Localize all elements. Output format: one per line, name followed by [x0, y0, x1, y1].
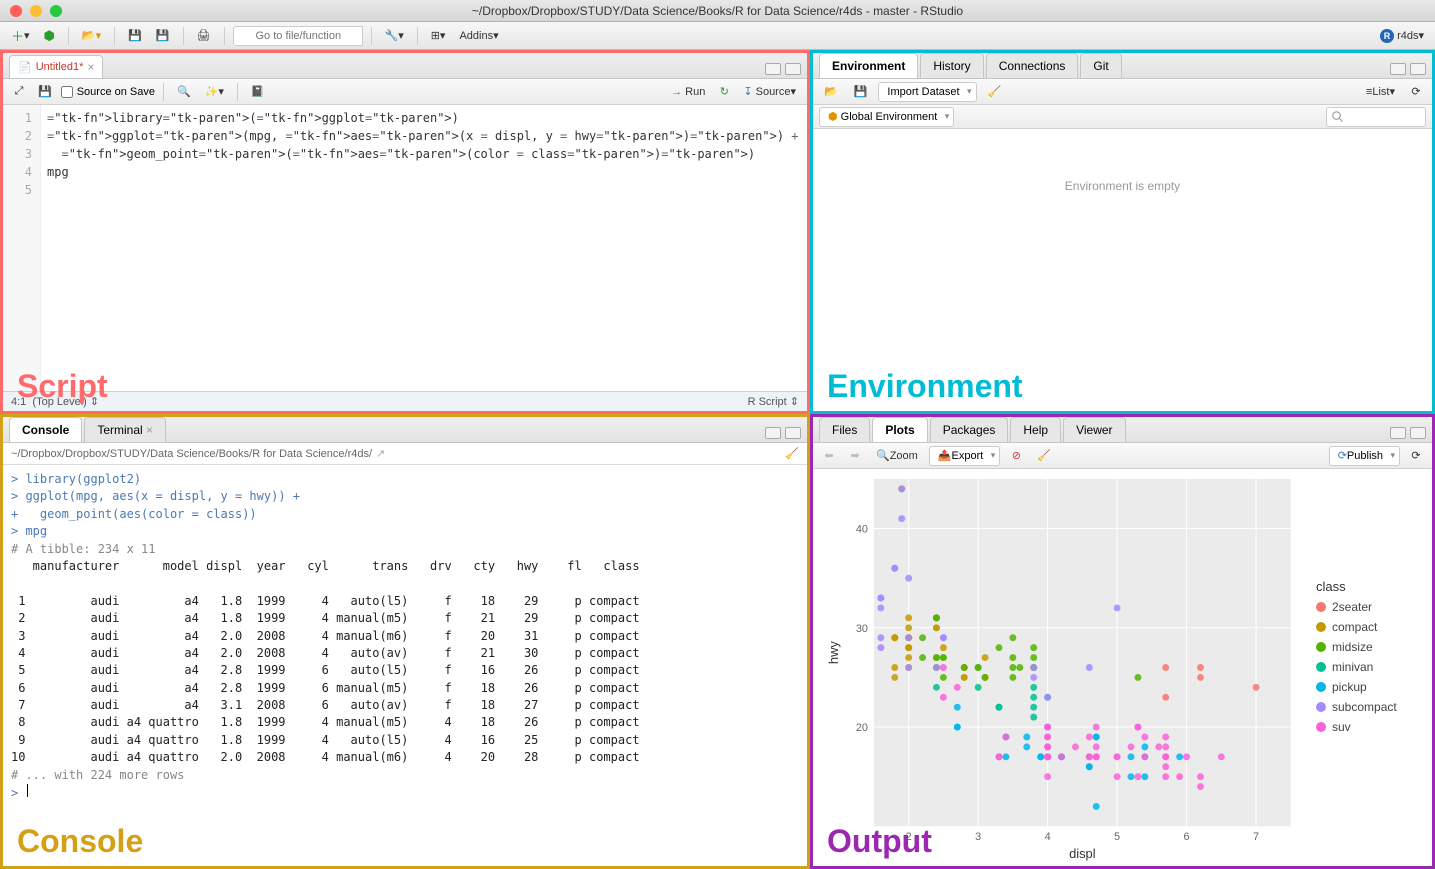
minimize-plots-icon[interactable] [1390, 427, 1406, 439]
legend-item: 2seater [1316, 600, 1428, 614]
knit-button[interactable]: 📓 [246, 82, 270, 102]
tab-files[interactable]: Files [819, 417, 870, 442]
legend-item: compact [1316, 620, 1428, 634]
tab-packages[interactable]: Packages [930, 417, 1009, 442]
legend-title: class [1316, 579, 1428, 594]
source-tab[interactable]: 📄 Untitled1* × [9, 55, 103, 78]
legend-item: suv [1316, 720, 1428, 734]
main-toolbar: ＋▾ ⬢ 📂▾ 💾 💾 🖨 ↗ 🔧▾ ⊞▾ Addins ▾ R r4ds ▾ [0, 22, 1435, 50]
refresh-plot-button[interactable]: ⟳ [1406, 446, 1426, 466]
pane-label-env: Environment [827, 368, 1023, 405]
env-empty-message: Environment is empty [813, 129, 1432, 243]
legend-item: pickup [1316, 680, 1428, 694]
source-on-save-checkbox[interactable]: Source on Save [61, 86, 155, 98]
popout-button[interactable]: ⤢ [9, 82, 29, 102]
rerun-button[interactable]: ↻ [714, 82, 734, 102]
wand-button[interactable]: ✨▾ [200, 82, 229, 102]
plots-pane: Files Plots Packages Help Viewer ⬅ ➡ 🔍 Z… [810, 414, 1435, 869]
console-pane: Console Terminal × ~/Dropbox/Dropbox/STU… [0, 414, 810, 869]
file-type-indicator[interactable]: R Script ⇕ [748, 395, 799, 408]
source-tab-name: Untitled1* [36, 61, 84, 73]
tab-git[interactable]: Git [1080, 53, 1121, 78]
env-search-input[interactable] [1326, 107, 1426, 127]
code-editor[interactable]: 12345 ="tk-fn">library="tk-paren">(="tk-… [3, 105, 807, 391]
environment-pane: Environment History Connections Git 📂 💾 … [810, 50, 1435, 414]
svg-text:40: 40 [856, 524, 868, 536]
source-button[interactable]: ↧ Source ▾ [738, 82, 801, 102]
tab-environment[interactable]: Environment [819, 53, 918, 78]
tab-connections[interactable]: Connections [986, 53, 1079, 78]
plot-next-button[interactable]: ➡ [845, 446, 865, 466]
svg-text:hwy: hwy [826, 641, 841, 664]
svg-text:3: 3 [975, 831, 981, 843]
clear-plots-button[interactable]: 🧹 [1032, 446, 1056, 466]
load-workspace-button[interactable]: 📂 [819, 82, 843, 102]
svg-text:5: 5 [1114, 831, 1120, 843]
maximize-pane-icon[interactable] [785, 63, 801, 75]
save-workspace-button[interactable]: 💾 [849, 82, 873, 102]
minimize-env-icon[interactable] [1390, 63, 1406, 75]
cursor-position: 4:1 [11, 396, 26, 408]
export-dropdown[interactable]: 📤 Export [929, 446, 1001, 466]
scope-indicator[interactable]: (Top Level) ⇕ [32, 395, 99, 408]
new-project-button[interactable]: ⬢ [39, 26, 60, 46]
legend-item: midsize [1316, 640, 1428, 654]
svg-text:2: 2 [906, 831, 912, 843]
save-file-button[interactable]: 💾 [33, 82, 57, 102]
run-button[interactable]: → Run [666, 82, 710, 102]
tab-viewer[interactable]: Viewer [1063, 417, 1125, 442]
tools-button[interactable]: 🔧▾ [380, 26, 409, 46]
zoom-button[interactable]: 🔍 Zoom [871, 446, 923, 466]
new-file-button[interactable]: ＋▾ [6, 26, 35, 46]
env-scope-dropdown[interactable]: ⬢ Global Environment [819, 107, 954, 127]
titlebar: ~/Dropbox/Dropbox/STUDY/Data Science/Boo… [0, 0, 1435, 22]
save-all-button[interactable]: 💾 [151, 26, 175, 46]
find-button[interactable]: 🔍 [172, 82, 196, 102]
import-dataset-dropdown[interactable]: Import Dataset [878, 82, 976, 102]
scatter-plot: 2 3 4 5 6 7 20 30 40 displ hwy [813, 469, 1312, 866]
plot-prev-button[interactable]: ⬅ [819, 446, 839, 466]
svg-text:7: 7 [1253, 831, 1259, 843]
refresh-env-button[interactable]: ⟳ [1406, 82, 1426, 102]
file-icon: 📄 [18, 61, 32, 74]
goto-file-input[interactable] [233, 26, 363, 46]
maximize-console-icon[interactable] [785, 427, 801, 439]
open-file-button[interactable]: 📂▾ [77, 26, 106, 46]
tab-console[interactable]: Console [9, 417, 82, 442]
svg-text:6: 6 [1184, 831, 1190, 843]
publish-dropdown[interactable]: ⟳ Publish [1329, 446, 1400, 466]
console-output[interactable]: > library(ggplot2) > ggplot(mpg, aes(x =… [3, 465, 807, 866]
clear-console-button[interactable]: 🧹 [785, 447, 799, 460]
tab-history[interactable]: History [920, 53, 983, 78]
maximize-env-icon[interactable] [1410, 63, 1426, 75]
source-pane: 📄 Untitled1* × ⤢ 💾 Source on Save 🔍 ✨▾ 📓… [0, 50, 810, 414]
svg-text:20: 20 [856, 722, 868, 734]
remove-plot-button[interactable]: ⊘ [1006, 446, 1026, 466]
minimize-console-icon[interactable] [765, 427, 781, 439]
working-directory: ~/Dropbox/Dropbox/STUDY/Data Science/Boo… [11, 448, 372, 460]
broom-icon[interactable]: 🧹 [983, 82, 1007, 102]
project-menu[interactable]: R r4ds ▾ [1375, 26, 1429, 46]
wd-popout-icon[interactable]: ↗ [376, 447, 385, 460]
window-title: ~/Dropbox/Dropbox/STUDY/Data Science/Boo… [0, 4, 1435, 18]
svg-text:30: 30 [856, 623, 868, 635]
legend-item: subcompact [1316, 700, 1428, 714]
tab-help[interactable]: Help [1010, 417, 1061, 442]
maximize-plots-icon[interactable] [1410, 427, 1426, 439]
plot-legend: class 2seater compact midsize minivan pickup… [1312, 469, 1432, 866]
grid-button[interactable]: ⊞▾ [426, 26, 451, 46]
save-button[interactable]: 💾 [123, 26, 147, 46]
svg-text:4: 4 [1045, 831, 1051, 843]
close-tab-icon[interactable]: × [87, 60, 94, 74]
legend-item: minivan [1316, 660, 1428, 674]
print-button[interactable]: 🖨 [192, 26, 216, 46]
tab-terminal[interactable]: Terminal × [84, 417, 166, 442]
addins-dropdown[interactable]: Addins ▾ [454, 26, 503, 46]
svg-text:displ: displ [1069, 846, 1096, 861]
minimize-pane-icon[interactable] [765, 63, 781, 75]
env-view-toggle[interactable]: ≡ List ▾ [1361, 82, 1400, 102]
tab-plots[interactable]: Plots [872, 417, 927, 442]
